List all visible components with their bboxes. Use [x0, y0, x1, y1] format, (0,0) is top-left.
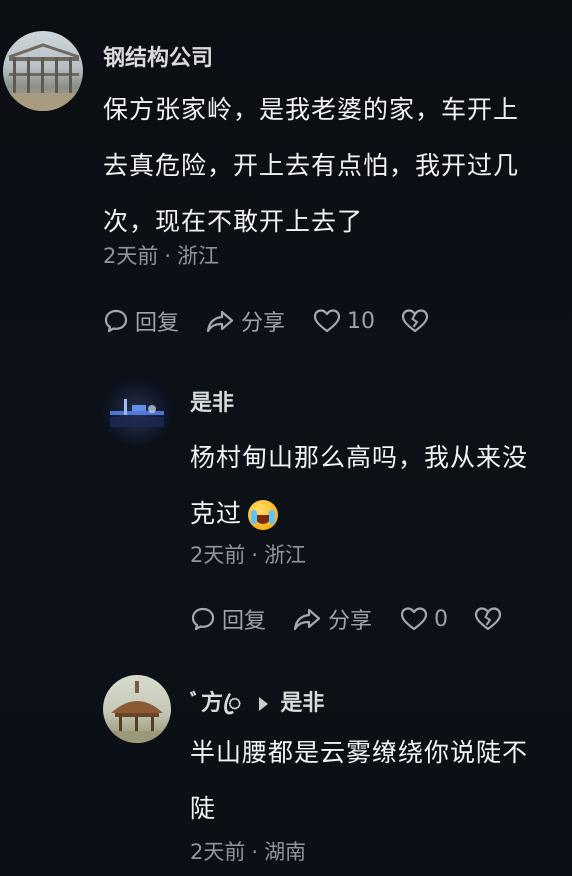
comment-meta: 2天前 · 湖南: [190, 836, 306, 866]
comment-time: 2天前: [190, 840, 246, 864]
heart-icon: [400, 607, 428, 631]
reply-icon: [191, 607, 215, 631]
reply-button[interactable]: 回复: [103, 305, 179, 337]
comment-location: 湖南: [264, 840, 307, 864]
comment-text: 杨村甸山那么高吗，我从来没克过: [190, 430, 550, 542]
comment-meta: 2天前 · 浙江: [190, 539, 306, 569]
comment-actions: 回复 分享 0: [190, 603, 502, 635]
reply-text: 杨村甸山那么高吗，我从来没克过: [190, 443, 529, 528]
night-lights-icon: [110, 399, 164, 427]
separator: ·: [251, 543, 259, 567]
pavilion-icon: [103, 681, 171, 743]
dislike-button[interactable]: [474, 606, 502, 632]
share-button[interactable]: 分享: [292, 603, 372, 635]
comment-text: 保方张家岭，是我老婆的家，车开上去真危险，开上去有点怕，我开过几次，现在不敢开上…: [103, 95, 520, 236]
like-count: 0: [434, 606, 449, 632]
reply-label: 回复: [222, 609, 267, 634]
comment-location: 浙江: [177, 244, 220, 268]
comment-meta: 2天前 · 浙江: [103, 240, 219, 270]
broken-heart-icon: [474, 607, 502, 631]
comment-text: 半山腰都是云雾缭绕你说陡不陡: [190, 738, 529, 823]
comment-screen: 钢结构公司 保方张家岭，是我老婆的家，车开上去真危险，开上去有点怕，我开过几次，…: [0, 0, 572, 876]
reply-label: 回复: [135, 311, 180, 336]
username[interactable]: 是非: [190, 385, 234, 417]
separator: ·: [164, 244, 172, 268]
like-button[interactable]: 10: [313, 308, 375, 334]
reply-arrow-icon: [259, 697, 269, 711]
avatar[interactable]: [103, 675, 171, 743]
heart-icon: [313, 309, 341, 333]
laughing-crying-emoji-icon: [248, 500, 279, 530]
username[interactable]: 钢结构公司: [103, 40, 213, 72]
share-label: 分享: [241, 311, 286, 336]
avatar[interactable]: [102, 375, 172, 445]
share-label: 分享: [328, 609, 373, 634]
share-icon: [206, 310, 234, 333]
comment-time: 2天前: [103, 244, 159, 268]
share-button[interactable]: 分享: [205, 305, 285, 337]
like-button[interactable]: 0: [400, 606, 448, 632]
reply-to-username[interactable]: 是非: [280, 691, 324, 716]
comment-location: 浙江: [264, 543, 307, 567]
separator: ·: [251, 840, 259, 864]
reply-icon: [104, 309, 128, 333]
reply-button[interactable]: 回复: [190, 603, 266, 635]
dislike-button[interactable]: [401, 308, 429, 334]
steel-building-icon: [3, 43, 83, 111]
broken-heart-icon: [401, 309, 429, 333]
comment-time: 2天前: [190, 543, 246, 567]
share-icon: [293, 608, 321, 631]
comment-actions: 回复 分享 10: [103, 305, 429, 337]
avatar[interactable]: [3, 31, 83, 111]
like-count: 10: [347, 308, 376, 334]
username[interactable]: ﾞ方ꦿ: [190, 691, 241, 716]
